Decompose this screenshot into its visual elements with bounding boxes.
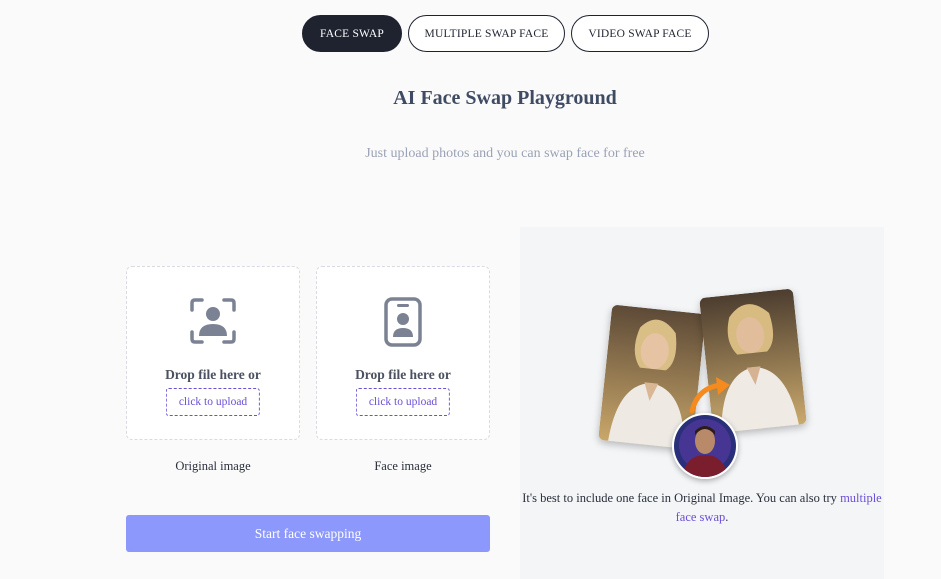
tip-message: It's best to include one face in Origina… (522, 491, 841, 505)
face-image-dropzone[interactable]: Drop file here or click to upload (316, 266, 490, 440)
original-image-dropzone[interactable]: Drop file here or click to upload (126, 266, 300, 440)
face-image-label: Face image (374, 459, 432, 473)
click-to-upload-button[interactable]: click to upload (355, 388, 451, 416)
original-image-label: Original image (175, 459, 251, 473)
id-badge-icon (384, 297, 422, 352)
tab-multiple-swap-face[interactable]: MULTIPLE SWAP FACE (408, 15, 565, 52)
tab-video-swap-face[interactable]: VIDEO SWAP FACE (571, 15, 709, 52)
tip-suffix: . (725, 510, 729, 524)
drop-file-text: Drop file here or (165, 367, 261, 382)
user-frame-icon (189, 297, 237, 350)
mode-tabs: FACE SWAP MULTIPLE SWAP FACE VIDEO SWAP … (0, 15, 941, 54)
tip-text: It's best to include one face in Origina… (520, 489, 884, 527)
start-face-swapping-button[interactable]: Start face swapping (126, 515, 490, 552)
drop-file-text: Drop file here or (355, 367, 451, 382)
page-subtitle: Just upload photos and you can swap face… (365, 146, 645, 161)
click-to-upload-button[interactable]: click to upload (165, 388, 261, 416)
tab-face-swap[interactable]: FACE SWAP (302, 15, 402, 52)
page-title: AI Face Swap Playground (393, 87, 617, 109)
face-example-avatar (672, 413, 738, 479)
